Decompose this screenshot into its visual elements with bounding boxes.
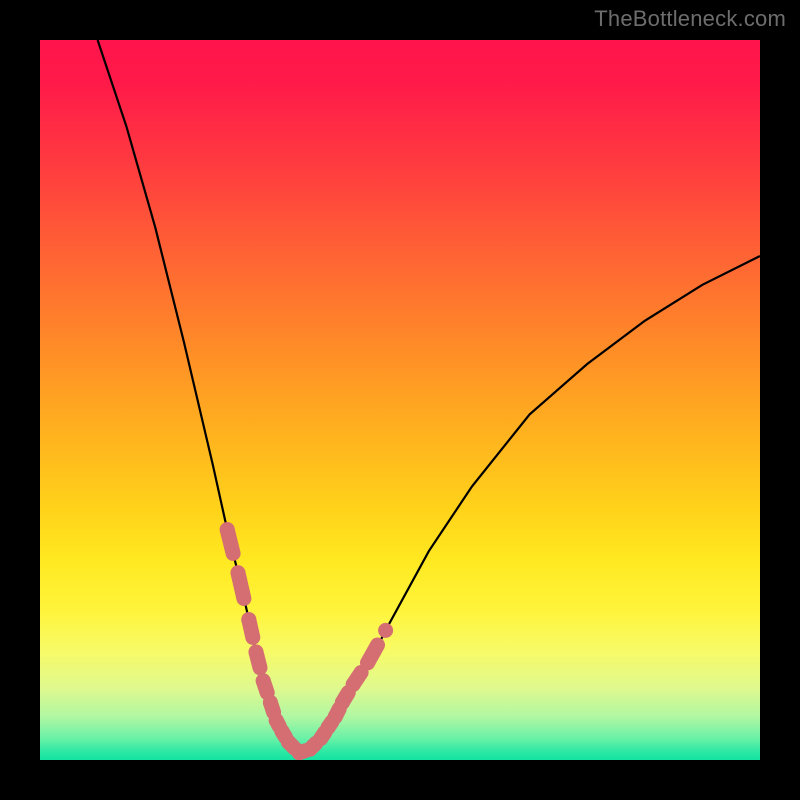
marker-dot	[378, 623, 393, 638]
marker-dot	[360, 655, 375, 670]
chart-frame: TheBottleneck.com	[0, 0, 800, 800]
marker-dot	[346, 677, 361, 692]
marker-dot	[241, 612, 256, 627]
bottleneck-curve	[98, 40, 760, 753]
marker-group	[220, 522, 393, 760]
marker-dot	[249, 645, 264, 660]
marker-dot	[256, 673, 271, 688]
marker-dot	[303, 742, 318, 757]
marker-dot	[220, 522, 235, 537]
marker-dot	[328, 709, 343, 724]
marker-dot	[335, 695, 350, 710]
plot-area	[40, 40, 760, 760]
watermark-text: TheBottleneck.com	[594, 6, 786, 32]
marker-dot	[231, 565, 246, 580]
curve-layer	[40, 40, 760, 760]
marker-dot	[281, 735, 296, 750]
marker-dot	[263, 695, 278, 710]
